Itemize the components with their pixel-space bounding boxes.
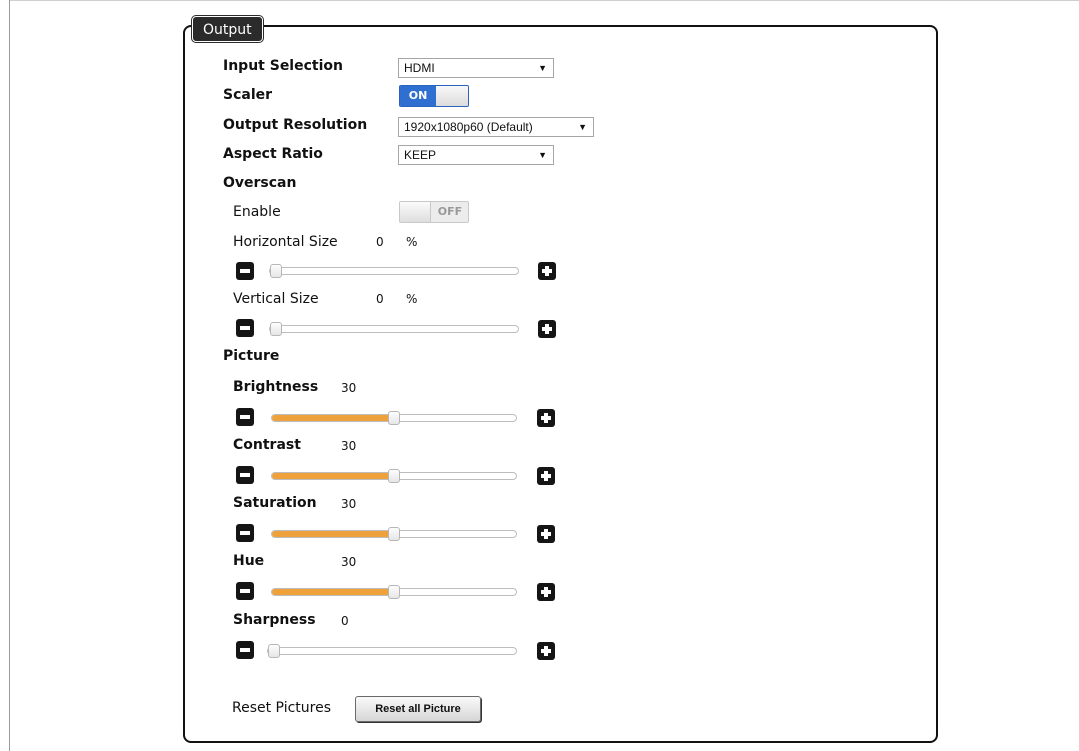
plus-icon-v [545, 266, 549, 276]
overscan-enable-toggle[interactable]: OFF [399, 201, 469, 223]
dropdown-arrow-icon: ▼ [538, 150, 547, 160]
slider-fill [272, 473, 394, 479]
hue-value: 30 [341, 555, 357, 569]
brightness-minus-button[interactable] [236, 408, 254, 426]
aspect-ratio-label: Aspect Ratio [223, 146, 323, 162]
dropdown-arrow-icon: ▼ [538, 63, 547, 73]
plus-icon-v [544, 413, 548, 423]
brightness-slider[interactable] [271, 411, 517, 425]
horizontal-size-plus-button[interactable] [538, 262, 556, 280]
vertical-size-label: Vertical Size [233, 291, 319, 307]
aspect-ratio-select[interactable]: KEEP ▼ [398, 145, 554, 165]
plus-icon-v [544, 471, 548, 481]
minus-icon [240, 589, 250, 593]
horizontal-size-label: Horizontal Size [233, 234, 338, 250]
window-left-border [9, 0, 10, 751]
slider-handle[interactable] [268, 644, 280, 658]
hue-plus-button[interactable] [537, 583, 555, 601]
slider-handle[interactable] [270, 322, 282, 336]
output-resolution-select[interactable]: 1920x1080p60 (Default) ▼ [398, 117, 594, 137]
horizontal-size-minus-button[interactable] [236, 262, 254, 280]
minus-icon [240, 531, 250, 535]
sharpness-slider[interactable] [267, 644, 517, 658]
contrast-label: Contrast [233, 437, 301, 453]
brightness-plus-button[interactable] [537, 409, 555, 427]
hue-minus-button[interactable] [236, 582, 254, 600]
reset-pictures-label: Reset Pictures [232, 700, 331, 716]
scaler-toggle-state: ON [400, 86, 436, 106]
vertical-size-value: 0 [376, 292, 384, 306]
toggle-knob [400, 202, 431, 222]
input-selection-select[interactable]: HDMI ▼ [398, 58, 554, 78]
contrast-slider[interactable] [271, 469, 517, 483]
overscan-enable-state: OFF [437, 205, 463, 218]
overscan-enable-label: Enable [233, 204, 281, 220]
saturation-plus-button[interactable] [537, 525, 555, 543]
sharpness-plus-button[interactable] [537, 642, 555, 660]
saturation-slider[interactable] [271, 527, 517, 541]
toggle-knob [436, 86, 468, 106]
plus-icon-v [544, 529, 548, 539]
slider-handle[interactable] [388, 585, 400, 599]
picture-heading: Picture [223, 348, 280, 364]
minus-icon [240, 473, 250, 477]
horizontal-size-slider[interactable] [269, 264, 519, 278]
sharpness-value: 0 [341, 614, 349, 628]
saturation-minus-button[interactable] [236, 524, 254, 542]
plus-icon-v [544, 646, 548, 656]
minus-icon [240, 648, 250, 652]
panel-title: Output [192, 16, 263, 42]
aspect-ratio-value: KEEP [404, 148, 437, 162]
minus-icon [240, 415, 250, 419]
brightness-label: Brightness [233, 379, 319, 395]
slider-handle[interactable] [388, 411, 400, 425]
contrast-minus-button[interactable] [236, 466, 254, 484]
dropdown-arrow-icon: ▼ [578, 122, 587, 132]
minus-icon [240, 326, 250, 330]
sharpness-label: Sharpness [233, 612, 316, 628]
vertical-size-minus-button[interactable] [236, 319, 254, 337]
saturation-value: 30 [341, 497, 357, 511]
overscan-heading: Overscan [223, 175, 297, 191]
vertical-size-plus-button[interactable] [538, 320, 556, 338]
hue-label: Hue [233, 553, 265, 569]
vertical-size-unit: % [406, 292, 418, 306]
horizontal-size-value: 0 [376, 235, 384, 249]
slider-handle[interactable] [270, 264, 282, 278]
contrast-value: 30 [341, 439, 357, 453]
horizontal-size-unit: % [406, 235, 418, 249]
reset-all-picture-button[interactable]: Reset all Picture [355, 696, 481, 722]
hue-slider[interactable] [271, 585, 517, 599]
slider-fill [272, 589, 394, 595]
input-selection-label: Input Selection [223, 58, 343, 74]
plus-icon-v [544, 587, 548, 597]
slider-fill [272, 531, 394, 537]
window-top-border [9, 0, 1079, 1]
output-resolution-label: Output Resolution [223, 117, 368, 133]
slider-handle[interactable] [388, 527, 400, 541]
saturation-label: Saturation [233, 495, 317, 511]
vertical-size-slider[interactable] [269, 322, 519, 336]
plus-icon-v [545, 324, 549, 334]
output-resolution-value: 1920x1080p60 (Default) [404, 120, 533, 134]
contrast-plus-button[interactable] [537, 467, 555, 485]
slider-fill [272, 415, 394, 421]
scaler-label: Scaler [223, 87, 273, 103]
slider-handle[interactable] [388, 469, 400, 483]
minus-icon [240, 269, 250, 273]
brightness-value: 30 [341, 381, 357, 395]
input-selection-value: HDMI [404, 61, 435, 75]
sharpness-minus-button[interactable] [236, 641, 254, 659]
scaler-toggle[interactable]: ON [399, 85, 469, 107]
